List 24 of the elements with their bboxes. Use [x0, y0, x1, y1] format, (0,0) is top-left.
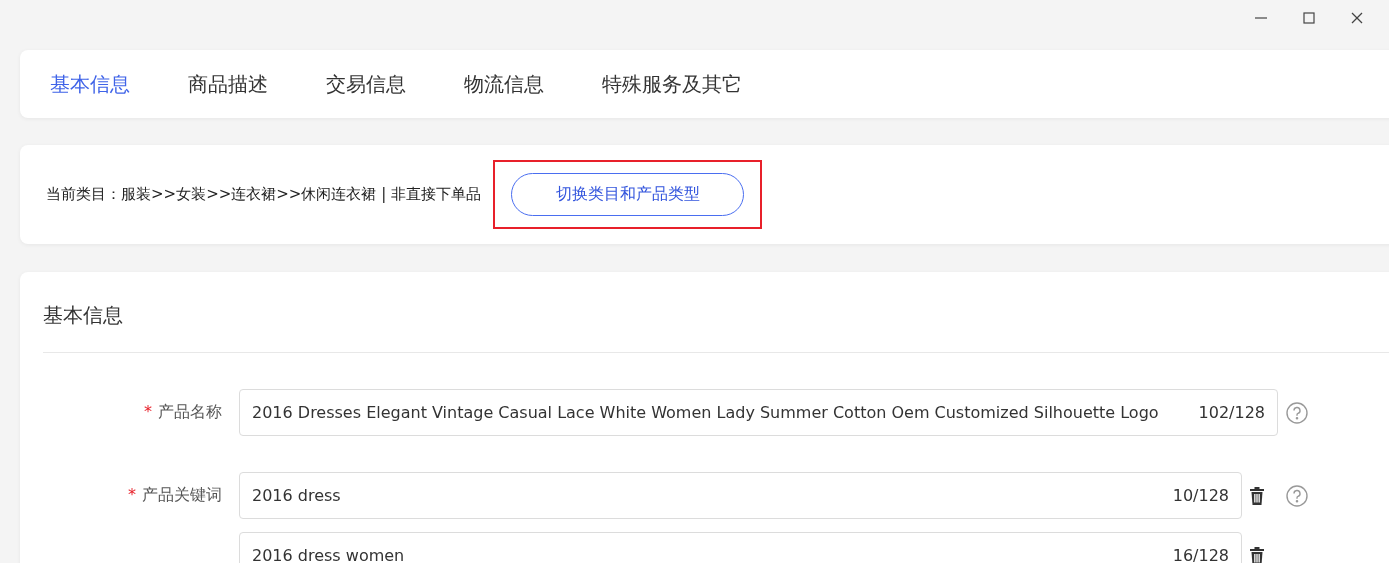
switch-category-button[interactable]: 切换类目和产品类型: [511, 173, 744, 216]
input-field[interactable]: 2016 Dresses Elegant Vintage Casual Lace White Women Lady Summer Cotton Oem Customized Silhouette Logo 102/128: [239, 389, 1278, 436]
tab[interactable]: 物流信息: [464, 70, 544, 98]
field-label: 产品名称: [158, 402, 222, 421]
tab[interactable]: 商品描述: [188, 70, 268, 98]
help-icon[interactable]: [1286, 401, 1308, 424]
maximize-icon[interactable]: [1301, 10, 1317, 26]
character-count: 16/128: [1172, 546, 1229, 563]
delete-icon[interactable]: [1249, 486, 1265, 505]
character-count: 10/128: [1172, 486, 1229, 505]
tab[interactable]: 交易信息: [326, 70, 406, 98]
tab[interactable]: 特殊服务及其它: [602, 70, 742, 98]
category-path: 当前类目：服装>>女装>>连衣裙>>休闲连衣裙 | 非直接下单品: [46, 185, 481, 204]
required-mark: *: [144, 402, 152, 421]
input-field[interactable]: 2016 dress 10/128: [239, 472, 1242, 519]
close-icon[interactable]: [1349, 10, 1365, 26]
field-label: 产品关键词: [142, 485, 222, 504]
character-count: 102/128: [1198, 403, 1265, 422]
help-icon[interactable]: [1286, 484, 1308, 507]
tab[interactable]: 基本信息: [50, 70, 130, 98]
delete-icon[interactable]: [1249, 546, 1265, 563]
input-field[interactable]: 2016 dress women 16/128: [239, 532, 1242, 563]
section-title: 基本信息: [43, 302, 124, 328]
required-mark: *: [128, 485, 136, 504]
